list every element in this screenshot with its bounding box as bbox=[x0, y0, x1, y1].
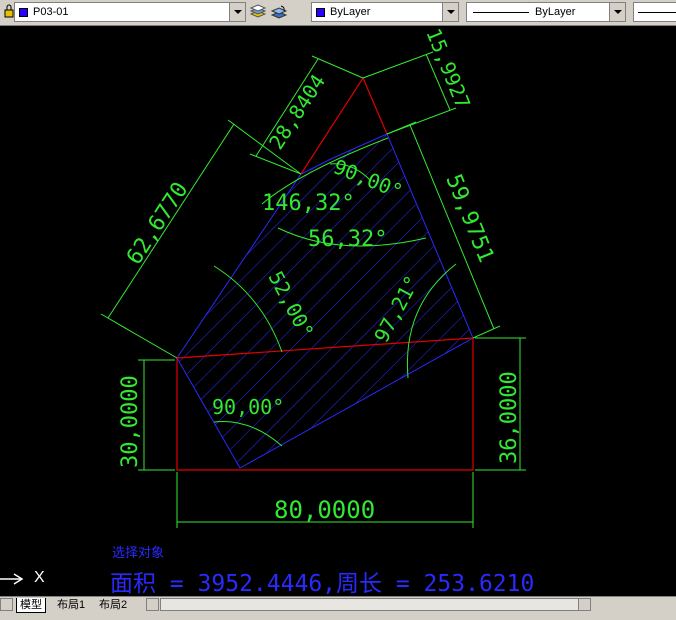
scroll-left-button[interactable] bbox=[146, 598, 159, 611]
layout-tabs-bar: 模型 布局1 布局2 bbox=[0, 596, 676, 620]
ucs-icon bbox=[0, 572, 30, 591]
angle-90-bottom: 90,00° bbox=[212, 395, 284, 419]
chevron-down-icon[interactable] bbox=[442, 3, 458, 21]
lineweight-dropdown[interactable] bbox=[633, 2, 676, 22]
dim-top-left: 28,8404 bbox=[264, 70, 330, 154]
layer-previous-icon[interactable] bbox=[270, 3, 288, 21]
chevron-down-icon[interactable] bbox=[609, 3, 625, 21]
layer-name: P03-01 bbox=[33, 6, 69, 18]
tab-layout1[interactable]: 布局1 bbox=[54, 598, 88, 612]
area-perimeter-result: 面积 = 3952.4446,周长 = 253.6210 bbox=[110, 571, 535, 597]
ucs-x-label: X bbox=[34, 569, 45, 586]
dim-bottom-width: 80,0000 bbox=[274, 496, 375, 524]
linetype-dropdown[interactable]: ByLayer bbox=[466, 2, 626, 22]
tab-scroll-left-icon[interactable] bbox=[0, 598, 13, 611]
chevron-down-icon[interactable] bbox=[229, 3, 245, 21]
color-value: ByLayer bbox=[330, 6, 371, 18]
properties-toolbar: P03-01 ByLayer ByLayer bbox=[0, 0, 676, 26]
command-line-area[interactable]: 选择对象 面积 = 3952.4446,周长 = 253.6210 X bbox=[0, 536, 676, 597]
angle-56: 56,32° bbox=[308, 227, 387, 252]
drawing-canvas[interactable]: 80,0000 30,0000 36,0000 62,6770 28,8404 … bbox=[0, 26, 676, 536]
linetype-value: ByLayer bbox=[535, 6, 576, 18]
layer-color-swatch bbox=[19, 8, 28, 17]
linetype-sample bbox=[473, 12, 529, 13]
dim-diag-left: 62,6770 bbox=[122, 178, 193, 269]
dim-left-height: 30,0000 bbox=[118, 375, 143, 468]
make-layer-current-icon[interactable] bbox=[249, 3, 267, 21]
tab-layout2[interactable]: 布局2 bbox=[96, 598, 130, 612]
dim-right-height: 36,0000 bbox=[497, 371, 522, 464]
angle-146: 146,32° bbox=[262, 191, 355, 216]
scroll-right-button[interactable] bbox=[578, 598, 591, 611]
dim-right-diag: 59,9751 bbox=[440, 171, 498, 266]
color-swatch bbox=[316, 8, 325, 17]
dim-top-right: 15,9927 bbox=[421, 26, 475, 112]
layer-dropdown[interactable]: P03-01 bbox=[14, 2, 246, 22]
command-prompt: 选择对象 bbox=[112, 546, 165, 561]
color-dropdown[interactable]: ByLayer bbox=[311, 2, 459, 22]
lineweight-sample bbox=[638, 12, 676, 13]
tab-model[interactable]: 模型 bbox=[16, 598, 46, 613]
horizontal-scrollbar[interactable] bbox=[160, 598, 580, 611]
